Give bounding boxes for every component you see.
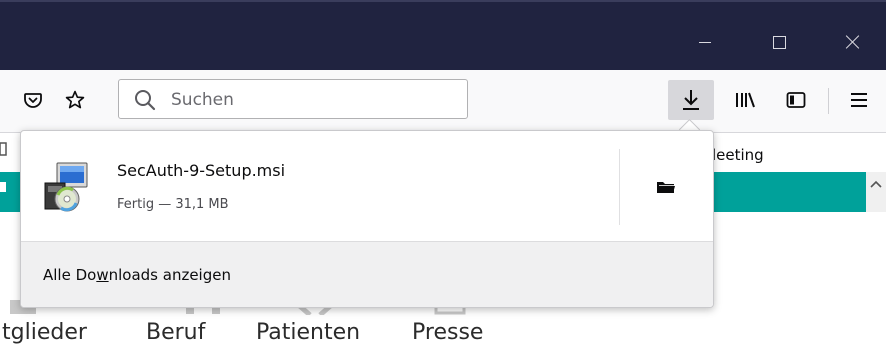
menu-button[interactable] [842, 84, 876, 116]
download-file-name: SecAuth-9-Setup.msi [117, 161, 286, 180]
download-status: Fertig — 31,1 MB [117, 197, 229, 212]
toolbar-separator [828, 88, 829, 114]
search-input[interactable] [169, 84, 453, 116]
open-folder-button[interactable] [641, 167, 691, 207]
pocket-icon [24, 93, 42, 108]
sidebar-button[interactable] [779, 84, 813, 116]
hamburger-menu-icon [851, 93, 867, 107]
pocket-button[interactable] [16, 84, 50, 116]
sidebar-icon [786, 92, 806, 108]
library-button[interactable] [728, 84, 762, 116]
show-all-downloads-button[interactable]: Alle Downloads anzeigen [21, 241, 713, 307]
folder-icon [657, 182, 675, 193]
nav-link-beruf[interactable]: Beruf [146, 320, 205, 345]
downloads-panel: SecAuth-9-Setup.msi Fertig — 31,1 MB All… [20, 130, 714, 308]
site-header-partial-text [0, 180, 8, 198]
download-icon [683, 90, 699, 110]
scrollbar-up-button[interactable] [866, 172, 886, 212]
bookmark-favicon-partial [0, 140, 8, 158]
maximize-icon [772, 35, 786, 49]
item-separator [619, 149, 620, 225]
star-icon [65, 90, 85, 109]
bookmark-star-button[interactable] [58, 84, 92, 116]
close-icon [846, 35, 860, 49]
nav-link-patienten[interactable]: Patienten [256, 320, 360, 345]
minimize-icon [699, 41, 711, 43]
bookmark-item-meeting[interactable]: leeting [712, 146, 764, 164]
title-bar-edge [0, 0, 886, 2]
nav-link-mitglieder[interactable]: tglieder [2, 320, 87, 345]
library-icon [736, 92, 755, 108]
close-button[interactable] [830, 24, 876, 60]
title-bar [0, 0, 886, 70]
download-item[interactable]: SecAuth-9-Setup.msi Fertig — 31,1 MB [21, 131, 713, 241]
search-icon [133, 88, 157, 112]
minimize-button[interactable] [682, 24, 728, 60]
downloads-button[interactable] [668, 80, 714, 120]
nav-toolbar [0, 70, 886, 133]
nav-link-presse[interactable]: Presse [412, 320, 483, 345]
accesskey-letter: w [96, 266, 109, 284]
chevron-up-icon [870, 180, 882, 188]
search-box[interactable] [118, 79, 468, 119]
maximize-button[interactable] [756, 24, 802, 60]
msi-installer-icon [43, 161, 91, 215]
show-all-downloads-label: Alle Downloads anzeigen [43, 266, 231, 284]
